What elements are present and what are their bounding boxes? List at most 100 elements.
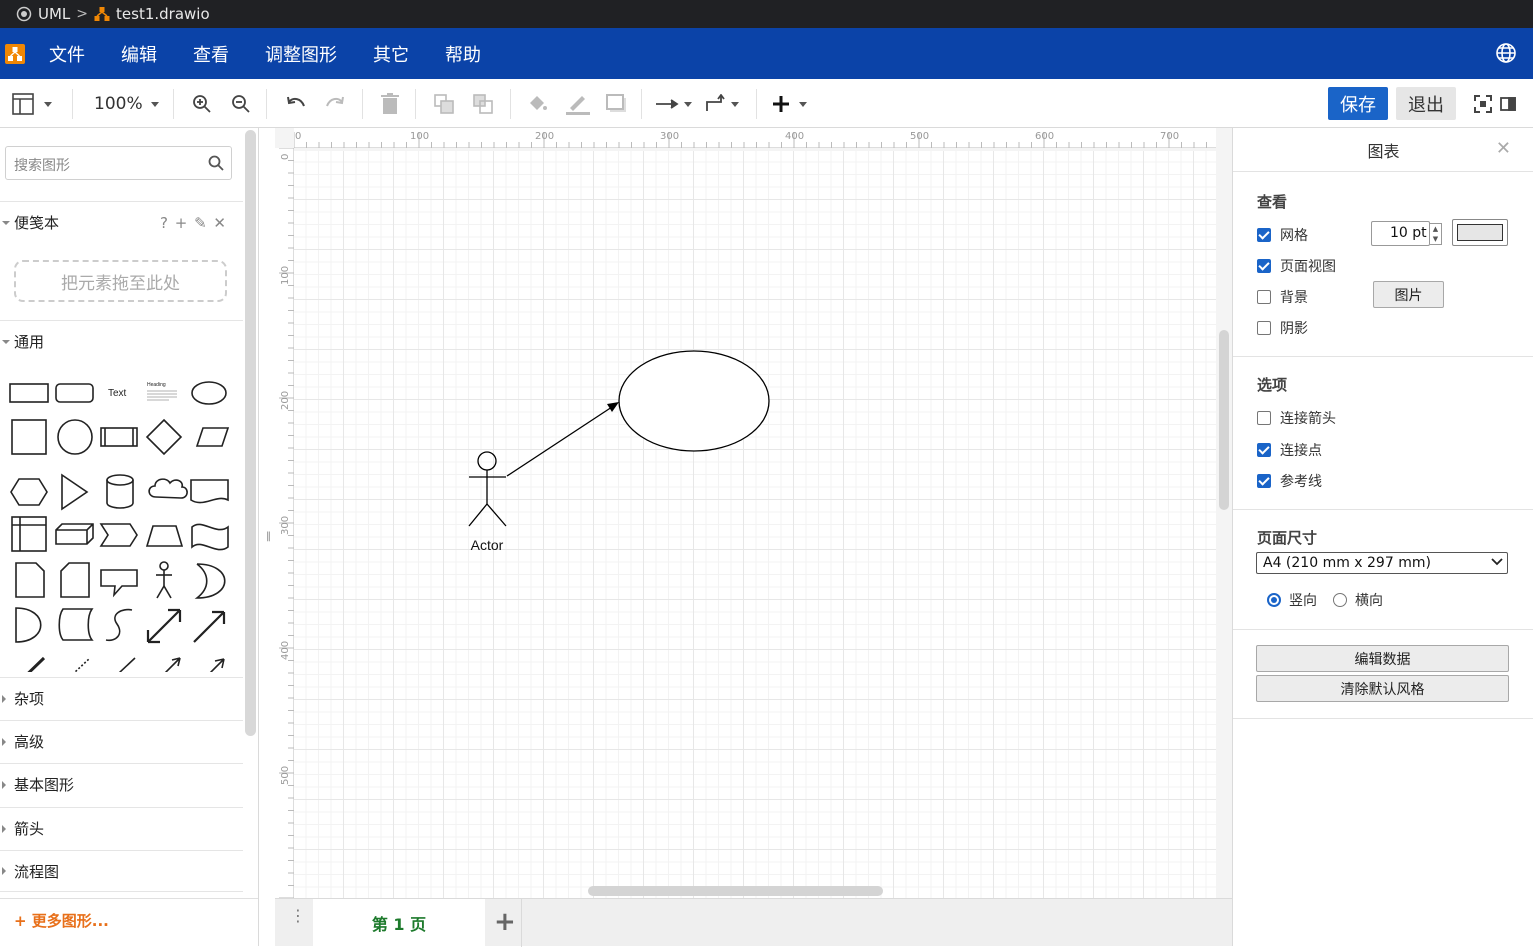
shape-bidirectional-arrow[interactable]	[146, 608, 182, 644]
image-button[interactable]: 图片	[1373, 281, 1444, 308]
insert-button[interactable]	[771, 91, 807, 117]
menu-help[interactable]: 帮助	[426, 41, 498, 67]
shape-arrow[interactable]	[193, 610, 226, 643]
grid-size-input[interactable]: 10 pt	[1371, 221, 1430, 246]
section-general[interactable]: 通用	[0, 320, 243, 362]
grid-size-stepper[interactable]: ▲ ▼	[1430, 223, 1442, 245]
globe-icon[interactable]	[1495, 42, 1517, 64]
shape-cloud[interactable]	[148, 478, 188, 499]
shadow-checkbox[interactable]	[1257, 321, 1271, 335]
shadow-option[interactable]: 阴影	[1257, 318, 1308, 338]
clear-default-style-button[interactable]: 清除默认风格	[1256, 675, 1509, 702]
scratchpad-drop-zone[interactable]: 把元素拖至此处	[14, 260, 227, 302]
undo-button[interactable]	[285, 91, 307, 117]
shape-diamond[interactable]	[145, 418, 183, 456]
shape-rectangle[interactable]	[9, 383, 49, 403]
zoom-select[interactable]: 100%	[94, 91, 159, 117]
to-back-button[interactable]	[473, 91, 493, 117]
close-icon[interactable]: ✕	[1496, 138, 1511, 159]
stepper-down-icon[interactable]: ▼	[1433, 235, 1438, 243]
shape-document[interactable]	[190, 479, 229, 504]
scrollbar-thumb[interactable]	[245, 130, 256, 736]
shape-note[interactable]	[15, 562, 45, 598]
section-advanced[interactable]: 高级	[0, 720, 243, 762]
waypoints-button[interactable]	[705, 91, 739, 117]
section-misc[interactable]: 杂项	[0, 677, 243, 719]
portrait-radio[interactable]	[1267, 593, 1281, 607]
page-view-checkbox[interactable]	[1257, 259, 1271, 273]
connector-arrow[interactable]	[506, 402, 619, 477]
shape-cube[interactable]	[55, 523, 94, 545]
page-menu-icon[interactable]: ⋮	[290, 908, 306, 924]
landscape-radio[interactable]	[1333, 593, 1347, 607]
menu-arrange[interactable]: 调整图形	[246, 41, 354, 67]
shadow-button[interactable]	[606, 91, 628, 117]
shape-directional-connector[interactable]	[195, 658, 225, 672]
search-icon[interactable]	[208, 155, 224, 171]
shape-dotted-line[interactable]	[58, 657, 91, 672]
connection-arrows-checkbox[interactable]	[1257, 411, 1271, 425]
menu-edit[interactable]: 编辑	[102, 41, 174, 67]
section-arrows[interactable]: 箭头	[0, 807, 243, 849]
path-root[interactable]: UML	[38, 5, 70, 23]
shape-parallelogram[interactable]	[195, 427, 230, 447]
zoom-out-button[interactable]	[231, 91, 251, 117]
portrait-option[interactable]: 竖向	[1267, 590, 1317, 610]
shape-trapezoid[interactable]	[145, 525, 184, 547]
shape-bidirectional-connector[interactable]	[150, 657, 181, 672]
shape-step[interactable]	[99, 523, 138, 547]
shape-tape[interactable]	[191, 523, 229, 551]
exit-button[interactable]: 退出	[1396, 87, 1456, 120]
fullscreen-button[interactable]	[1474, 91, 1492, 117]
grid-color-button[interactable]	[1452, 219, 1508, 246]
search-input[interactable]: 搜索图形	[5, 146, 232, 180]
layout-panels-button[interactable]	[12, 91, 52, 117]
shape-callout[interactable]	[100, 569, 138, 598]
shape-cylinder[interactable]	[106, 474, 134, 509]
shape-rounded-rectangle[interactable]	[55, 383, 94, 403]
shape-text[interactable]: Text	[108, 388, 127, 399]
connection-arrows-option[interactable]: 连接箭头	[1257, 408, 1336, 428]
zoom-in-button[interactable]	[192, 91, 212, 117]
shape-actor[interactable]	[156, 561, 172, 599]
fill-color-button[interactable]	[527, 91, 549, 117]
section-scratchpad[interactable]: 便笺本 ? + ✎ ✕	[0, 201, 243, 243]
path-file[interactable]: test1.drawio	[116, 5, 210, 23]
background-option[interactable]: 背景	[1257, 287, 1308, 307]
connection-points-checkbox[interactable]	[1257, 443, 1271, 457]
page-tab-1[interactable]: 第 1 页	[313, 899, 485, 947]
section-flowchart[interactable]: 流程图	[0, 850, 243, 892]
canvas-horizontal-scrollbar[interactable]	[588, 886, 883, 896]
page-size-select[interactable]: A4 (210 mm x 297 mm)	[1256, 552, 1508, 574]
format-panel-toggle[interactable]	[1500, 91, 1516, 117]
shape-textbox[interactable]: Heading	[147, 382, 177, 401]
shape-internal-storage[interactable]	[11, 516, 47, 552]
shape-square[interactable]	[11, 419, 47, 455]
sidebar-scrollbar[interactable]	[245, 128, 257, 748]
shape-process[interactable]	[100, 427, 138, 447]
canvas-vertical-scrollbar[interactable]	[1219, 330, 1229, 510]
shape-triangle[interactable]	[61, 473, 89, 511]
connection-style-button[interactable]	[656, 91, 692, 117]
more-shapes-button[interactable]: + 更多图形...	[14, 910, 109, 931]
background-checkbox[interactable]	[1257, 290, 1271, 304]
redo-button[interactable]	[324, 91, 346, 117]
diagram-canvas[interactable]: 0 100 200 300 400 500 600 700 0 100 200 …	[275, 128, 1232, 898]
shape-thick-line[interactable]	[13, 656, 46, 672]
splitter-handle-icon[interactable]: ‖	[266, 531, 272, 543]
save-button[interactable]: 保存	[1328, 87, 1388, 120]
guides-checkbox[interactable]	[1257, 474, 1271, 488]
guides-option[interactable]: 参考线	[1257, 471, 1322, 491]
shape-circle[interactable]	[57, 419, 93, 455]
scratchpad-actions[interactable]: ? + ✎ ✕	[160, 214, 227, 232]
page-view-option[interactable]: 页面视图	[1257, 256, 1336, 276]
line-color-button[interactable]	[566, 91, 590, 117]
stepper-up-icon[interactable]: ▲	[1433, 225, 1438, 233]
menu-view[interactable]: 查看	[174, 41, 246, 67]
shape-line[interactable]	[103, 657, 136, 672]
shape-hexagon[interactable]	[10, 478, 48, 506]
grid-checkbox[interactable]	[1257, 228, 1271, 242]
to-front-button[interactable]	[434, 91, 454, 117]
edit-data-button[interactable]: 编辑数据	[1256, 645, 1509, 672]
landscape-option[interactable]: 横向	[1333, 590, 1383, 610]
